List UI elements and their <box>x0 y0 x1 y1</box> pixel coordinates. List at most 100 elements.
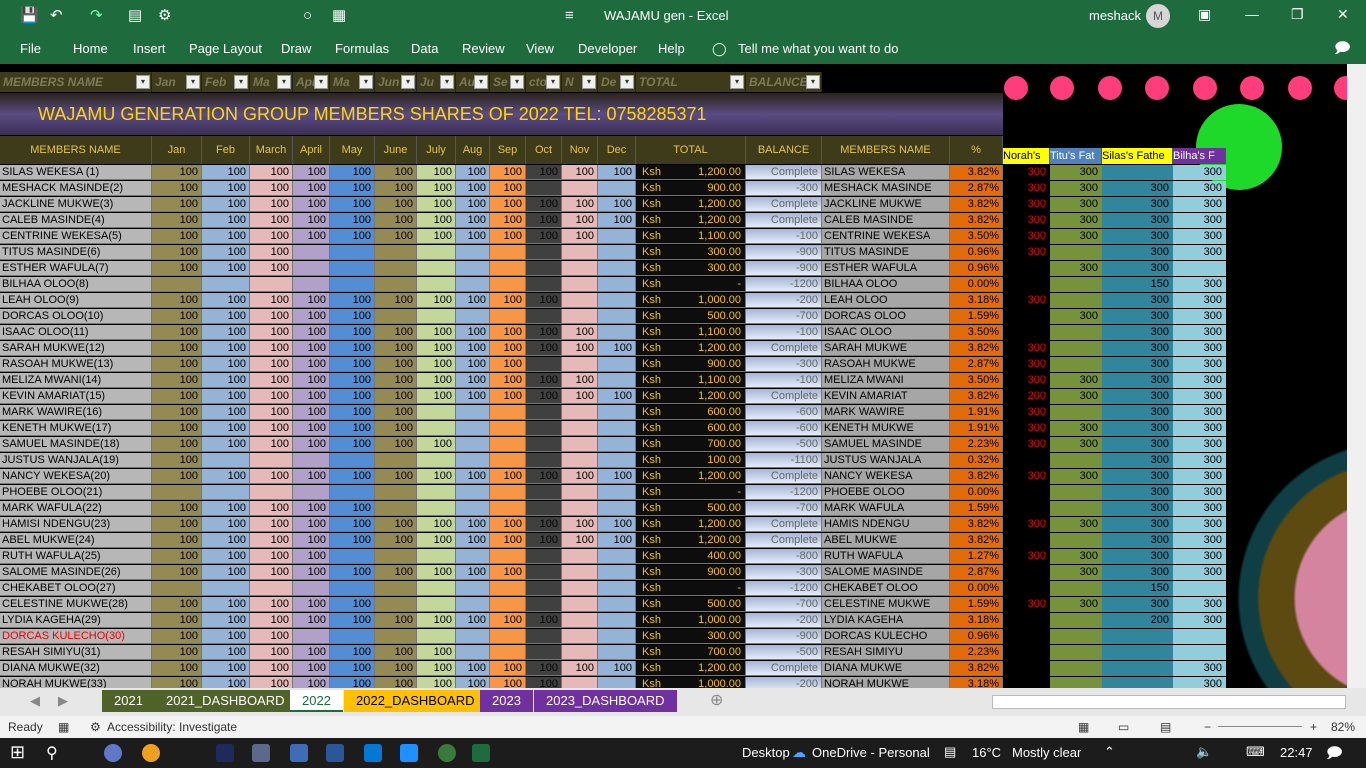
contribution-cell[interactable]: 300 <box>1102 213 1173 228</box>
month-cell[interactable] <box>562 581 598 596</box>
month-cell[interactable]: 100 <box>152 533 202 548</box>
month-cell[interactable]: 100 <box>250 373 293 388</box>
month-cell[interactable] <box>562 613 598 628</box>
member-name-summary[interactable]: DIANA MUKWE <box>822 661 950 676</box>
contribution-cell[interactable]: 200 <box>1003 389 1050 404</box>
percent-cell[interactable]: 2.87% <box>950 181 1003 196</box>
column-header[interactable]: July <box>417 136 456 164</box>
month-cell[interactable]: 100 <box>250 565 293 580</box>
contribution-cell[interactable] <box>1003 261 1050 276</box>
total-cell[interactable]: Ksh 700.00 <box>636 645 746 660</box>
member-name-summary[interactable]: MARK WAFULA <box>822 501 950 516</box>
percent-cell[interactable]: 0.96% <box>950 245 1003 260</box>
month-cell[interactable] <box>456 581 490 596</box>
column-header[interactable]: Titu's Fat <box>1050 148 1102 164</box>
tab-help[interactable]: Help <box>658 41 685 56</box>
month-cell[interactable]: 100 <box>202 261 250 276</box>
contribution-cell[interactable]: 300 <box>1173 357 1226 372</box>
month-cell[interactable]: 100 <box>562 229 598 244</box>
month-cell[interactable]: 100 <box>152 549 202 564</box>
month-cell[interactable] <box>202 453 250 468</box>
month-cell[interactable]: 100 <box>417 517 456 532</box>
month-cell[interactable] <box>330 485 375 500</box>
month-cell[interactable] <box>490 549 526 564</box>
month-cell[interactable]: 100 <box>490 469 526 484</box>
member-name[interactable]: BILHAA OLOO(8) <box>0 277 152 292</box>
month-cell[interactable]: 100 <box>152 453 202 468</box>
month-cell[interactable]: 100 <box>293 533 330 548</box>
month-cell[interactable]: 100 <box>250 197 293 212</box>
contribution-cell[interactable]: 300 <box>1102 453 1173 468</box>
contribution-cell[interactable] <box>1003 613 1050 628</box>
month-cell[interactable] <box>456 501 490 516</box>
month-cell[interactable]: 100 <box>202 677 250 688</box>
month-cell[interactable]: 100 <box>562 325 598 340</box>
contribution-cell[interactable] <box>1050 581 1102 596</box>
contribution-cell[interactable]: 300 <box>1102 325 1173 340</box>
user-name[interactable]: meshack <box>1089 8 1141 23</box>
month-cell[interactable] <box>562 485 598 500</box>
contribution-cell[interactable]: 300 <box>1102 181 1173 196</box>
contribution-cell[interactable]: 300 <box>1173 213 1226 228</box>
month-cell[interactable]: 100 <box>250 677 293 688</box>
member-name[interactable]: SARAH MUKWE(12) <box>0 341 152 356</box>
month-cell[interactable]: 100 <box>330 565 375 580</box>
month-cell[interactable]: 100 <box>417 181 456 196</box>
month-cell[interactable]: 100 <box>456 373 490 388</box>
contribution-cell[interactable]: 300 <box>1173 165 1226 180</box>
member-name[interactable]: SILAS WEKESA (1) <box>0 165 152 180</box>
month-cell[interactable]: 100 <box>417 229 456 244</box>
contribution-cell[interactable]: 300 <box>1102 245 1173 260</box>
month-cell[interactable]: 100 <box>490 165 526 180</box>
contribution-cell[interactable] <box>1050 613 1102 628</box>
month-cell[interactable]: 100 <box>456 517 490 532</box>
month-cell[interactable]: 100 <box>152 389 202 404</box>
month-cell[interactable]: 100 <box>490 357 526 372</box>
tab-2021-dashboard[interactable]: 2021_DASHBOARD <box>154 690 297 712</box>
month-cell[interactable]: 100 <box>330 613 375 628</box>
month-cell[interactable]: 100 <box>417 389 456 404</box>
month-cell[interactable]: 100 <box>250 245 293 260</box>
month-cell[interactable] <box>598 277 636 292</box>
contribution-cell[interactable]: 300 <box>1102 517 1173 532</box>
month-cell[interactable]: 100 <box>417 165 456 180</box>
month-cell[interactable]: 100 <box>293 565 330 580</box>
filter-dropdown-icon[interactable]: ▾ <box>277 75 291 89</box>
member-name-summary[interactable]: RASOAH MUKWE <box>822 357 950 372</box>
month-cell[interactable]: 100 <box>562 469 598 484</box>
month-cell[interactable]: 100 <box>490 517 526 532</box>
month-cell[interactable]: 100 <box>490 197 526 212</box>
month-cell[interactable]: 100 <box>598 469 636 484</box>
month-cell[interactable]: 100 <box>293 309 330 324</box>
month-cell[interactable]: 100 <box>250 469 293 484</box>
month-cell[interactable]: 100 <box>202 309 250 324</box>
member-name-summary[interactable]: NANCY WEKESA <box>822 469 950 484</box>
month-cell[interactable]: 100 <box>417 293 456 308</box>
percent-cell[interactable]: 3.18% <box>950 293 1003 308</box>
percent-cell[interactable]: 0.96% <box>950 261 1003 276</box>
member-name-summary[interactable]: SARAH MUKWE <box>822 341 950 356</box>
month-cell[interactable] <box>526 485 562 500</box>
month-cell[interactable]: 100 <box>598 661 636 676</box>
member-name[interactable]: DIANA MUKWE(32) <box>0 661 152 676</box>
month-cell[interactable] <box>526 181 562 196</box>
month-cell[interactable] <box>375 453 417 468</box>
total-cell[interactable]: Ksh 300.00 <box>636 629 746 644</box>
contribution-cell[interactable]: 300 <box>1102 437 1173 452</box>
contribution-cell[interactable]: 300 <box>1173 469 1226 484</box>
total-cell[interactable]: Ksh 1,200.00 <box>636 213 746 228</box>
balance-cell[interactable]: Complete <box>746 469 822 484</box>
search-icon[interactable]: ⚲ <box>46 743 58 763</box>
percent-cell[interactable]: 2.87% <box>950 565 1003 580</box>
tab-home[interactable]: Home <box>73 41 108 56</box>
percent-cell[interactable]: 1.27% <box>950 549 1003 564</box>
month-cell[interactable] <box>526 597 562 612</box>
accessibility-status[interactable]: Accessibility: Investigate <box>107 720 237 734</box>
contribution-cell[interactable] <box>1003 661 1050 676</box>
month-cell[interactable]: 100 <box>490 565 526 580</box>
member-name-summary[interactable]: ESTHER WAFULA <box>822 261 950 276</box>
contribution-cell[interactable] <box>1003 629 1050 644</box>
month-cell[interactable]: 100 <box>250 389 293 404</box>
month-cell[interactable]: 100 <box>598 213 636 228</box>
month-cell[interactable]: 100 <box>293 469 330 484</box>
